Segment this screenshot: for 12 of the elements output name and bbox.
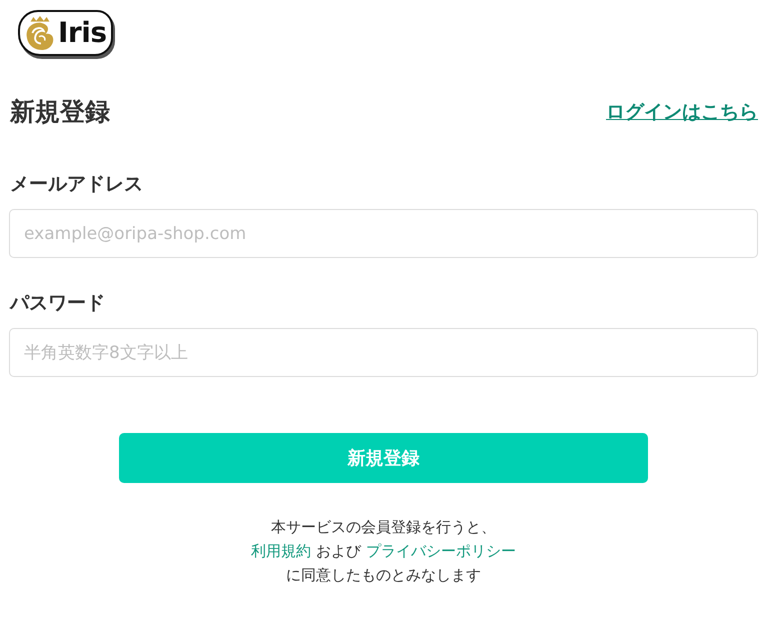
field-label: メールアドレス — [9, 172, 144, 197]
terms-link[interactable]: 利用規約 — [251, 542, 312, 560]
privacy-policy-link[interactable]: プライバシーポリシー — [366, 542, 516, 560]
login-link[interactable]: ログインはこちら — [606, 98, 758, 126]
input-field[interactable]: example@oripa-shop.com — [9, 209, 758, 258]
consent-notice: 本サービスの会員登録を行うと、 利用規約 および プライバシーポリシー に同意したものとみなします — [250, 517, 517, 586]
logo[interactable]: Iris — [18, 10, 112, 56]
page-title: 新規登録 — [10, 96, 110, 128]
register-button[interactable]: 新規登録 — [119, 433, 648, 483]
field-label: パスワード — [9, 291, 106, 316]
logo-text: Iris — [58, 15, 106, 51]
input-field[interactable]: 半角英数字8文字以上 — [9, 328, 758, 377]
